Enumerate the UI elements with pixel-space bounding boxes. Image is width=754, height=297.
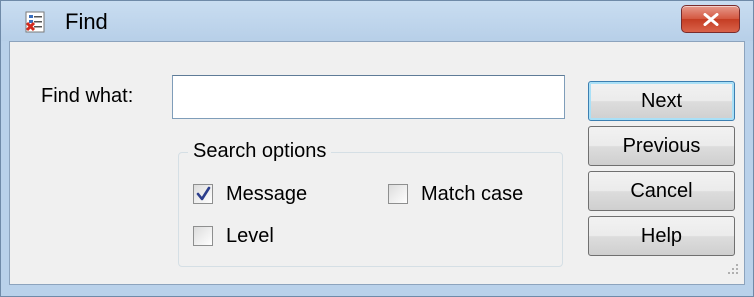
level-label: Level [226,225,274,247]
help-button[interactable]: Help [588,216,735,256]
previous-button[interactable]: Previous [588,126,735,166]
find-app-icon [25,11,47,33]
message-checkbox[interactable] [193,184,213,204]
resize-grip-icon[interactable] [724,260,740,276]
close-icon [703,13,719,26]
find-what-label: Find what: [41,85,134,107]
find-dialog: Find Find what: Search options Message M… [0,0,754,297]
match-case-label: Match case [421,183,524,205]
match-case-checkbox[interactable] [388,184,408,204]
dialog-client-area: Find what: Search options Message Match … [9,41,745,285]
find-what-input[interactable] [172,75,565,119]
title-bar[interactable]: Find [1,1,753,41]
message-label: Message [226,183,308,205]
search-options-legend: Search options [188,140,332,163]
close-button[interactable] [681,5,740,33]
next-button[interactable]: Next [588,81,735,121]
cancel-button[interactable]: Cancel [588,171,735,211]
window-title: Find [65,9,108,34]
check-mark-icon [196,186,211,201]
search-options-group [178,152,563,267]
level-checkbox[interactable] [193,226,213,246]
